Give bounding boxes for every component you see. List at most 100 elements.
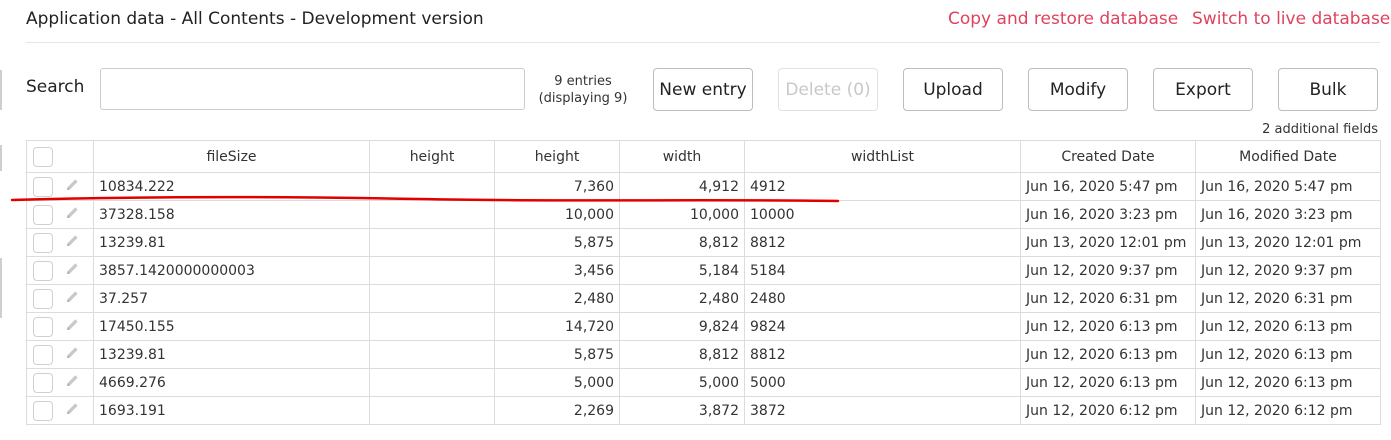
pencil-icon[interactable] bbox=[65, 233, 80, 252]
cell-widthlist[interactable]: 5184 bbox=[744, 256, 1021, 285]
cell-height-1[interactable] bbox=[369, 256, 495, 285]
cell-created-date[interactable]: Jun 12, 2020 6:13 pm bbox=[1020, 340, 1196, 369]
cell-widthlist[interactable]: 5000 bbox=[744, 368, 1021, 397]
switch-live-database-link[interactable]: Switch to live database bbox=[1192, 9, 1390, 29]
column-header-filesize[interactable]: fileSize bbox=[93, 140, 370, 173]
modify-button[interactable]: Modify bbox=[1028, 68, 1128, 111]
pencil-icon[interactable] bbox=[65, 205, 80, 224]
column-header-height-1[interactable]: height bbox=[369, 140, 495, 173]
pencil-icon[interactable] bbox=[65, 373, 80, 392]
cell-height-2[interactable]: 3,456 bbox=[494, 256, 620, 285]
table-row[interactable]: 13239.81 5,875 8,812 8812 Jun 12, 2020 6:13 … bbox=[26, 340, 1381, 369]
cell-filesize[interactable]: 3857.1420000000003 bbox=[93, 256, 370, 285]
cell-created-date[interactable]: Jun 12, 2020 6:31 pm bbox=[1020, 284, 1196, 313]
pencil-icon[interactable] bbox=[65, 345, 80, 364]
row-checkbox[interactable] bbox=[33, 260, 53, 281]
cell-width[interactable]: 5,000 bbox=[619, 368, 745, 397]
table-row[interactable]: 4669.276 5,000 5,000 5000 Jun 12, 2020 6:13 … bbox=[26, 368, 1381, 397]
cell-width[interactable]: 10,000 bbox=[619, 200, 745, 229]
cell-created-date[interactable]: Jun 12, 2020 6:13 pm bbox=[1020, 368, 1196, 397]
upload-button[interactable]: Upload bbox=[903, 68, 1003, 111]
cell-width[interactable]: 3,872 bbox=[619, 396, 745, 425]
cell-filesize[interactable]: 13239.81 bbox=[93, 228, 370, 257]
cell-created-date[interactable]: Jun 16, 2020 5:47 pm bbox=[1020, 172, 1196, 201]
additional-fields-note[interactable]: 2 additional fields bbox=[1220, 122, 1378, 137]
cell-height-1[interactable] bbox=[369, 200, 495, 229]
cell-height-2[interactable]: 5,875 bbox=[494, 340, 620, 369]
cell-height-1[interactable] bbox=[369, 312, 495, 341]
cell-height-2[interactable]: 10,000 bbox=[494, 200, 620, 229]
cell-created-date[interactable]: Jun 13, 2020 12:01 pm bbox=[1020, 228, 1196, 257]
cell-filesize[interactable]: 37328.158 bbox=[93, 200, 370, 229]
pencil-icon[interactable] bbox=[65, 177, 80, 196]
cell-height-2[interactable]: 5,875 bbox=[494, 228, 620, 257]
cell-modified-date[interactable]: Jun 16, 2020 3:23 pm bbox=[1195, 200, 1381, 229]
cell-created-date[interactable]: Jun 12, 2020 6:12 pm bbox=[1020, 396, 1196, 425]
pencil-icon[interactable] bbox=[65, 289, 80, 308]
row-checkbox[interactable] bbox=[33, 204, 53, 225]
cell-widthlist[interactable]: 10000 bbox=[744, 200, 1021, 229]
cell-widthlist[interactable]: 4912 bbox=[744, 172, 1021, 201]
cell-width[interactable]: 4,912 bbox=[619, 172, 745, 201]
cell-modified-date[interactable]: Jun 12, 2020 9:37 pm bbox=[1195, 256, 1381, 285]
cell-modified-date[interactable]: Jun 12, 2020 6:12 pm bbox=[1195, 396, 1381, 425]
cell-modified-date[interactable]: Jun 13, 2020 12:01 pm bbox=[1195, 228, 1381, 257]
cell-filesize[interactable]: 1693.191 bbox=[93, 396, 370, 425]
row-checkbox[interactable] bbox=[33, 232, 53, 253]
cell-height-2[interactable]: 2,269 bbox=[494, 396, 620, 425]
cell-filesize[interactable]: 10834.222 bbox=[93, 172, 370, 201]
pencil-icon[interactable] bbox=[65, 261, 80, 280]
table-row[interactable]: 3857.1420000000003 3,456 5,184 5184 Jun 12, … bbox=[26, 256, 1381, 285]
cell-height-2[interactable]: 2,480 bbox=[494, 284, 620, 313]
select-all-checkbox[interactable] bbox=[33, 146, 53, 167]
table-row[interactable]: 10834.222 7,360 4,912 4912 Jun 16, 2020 5:47… bbox=[26, 172, 1381, 201]
pencil-icon[interactable] bbox=[65, 401, 80, 420]
cell-height-1[interactable] bbox=[369, 396, 495, 425]
table-row[interactable]: 13239.81 5,875 8,812 8812 Jun 13, 2020 12:01… bbox=[26, 228, 1381, 257]
cell-height-2[interactable]: 7,360 bbox=[494, 172, 620, 201]
cell-widthlist[interactable]: 8812 bbox=[744, 228, 1021, 257]
bulk-button[interactable]: Bulk bbox=[1278, 68, 1378, 111]
cell-filesize[interactable]: 37.257 bbox=[93, 284, 370, 313]
cell-modified-date[interactable]: Jun 16, 2020 5:47 pm bbox=[1195, 172, 1381, 201]
row-checkbox[interactable] bbox=[33, 400, 53, 421]
search-input[interactable] bbox=[100, 68, 525, 110]
table-row[interactable]: 1693.191 2,269 3,872 3872 Jun 12, 2020 6:12 … bbox=[26, 396, 1381, 425]
cell-modified-date[interactable]: Jun 12, 2020 6:31 pm bbox=[1195, 284, 1381, 313]
cell-created-date[interactable]: Jun 12, 2020 6:13 pm bbox=[1020, 312, 1196, 341]
cell-height-1[interactable] bbox=[369, 340, 495, 369]
export-button[interactable]: Export bbox=[1153, 68, 1253, 111]
cell-height-2[interactable]: 5,000 bbox=[494, 368, 620, 397]
row-checkbox[interactable] bbox=[33, 372, 53, 393]
cell-width[interactable]: 2,480 bbox=[619, 284, 745, 313]
cell-width[interactable]: 5,184 bbox=[619, 256, 745, 285]
cell-filesize[interactable]: 4669.276 bbox=[93, 368, 370, 397]
table-row[interactable]: 37.257 2,480 2,480 2480 Jun 12, 2020 6:31 pm… bbox=[26, 284, 1381, 313]
column-header-modified-date[interactable]: Modified Date bbox=[1195, 140, 1381, 173]
cell-filesize[interactable]: 13239.81 bbox=[93, 340, 370, 369]
cell-modified-date[interactable]: Jun 12, 2020 6:13 pm bbox=[1195, 368, 1381, 397]
column-header-width[interactable]: width bbox=[619, 140, 745, 173]
cell-created-date[interactable]: Jun 16, 2020 3:23 pm bbox=[1020, 200, 1196, 229]
row-checkbox[interactable] bbox=[33, 176, 53, 197]
column-header-widthlist[interactable]: widthList bbox=[744, 140, 1021, 173]
cell-widthlist[interactable]: 3872 bbox=[744, 396, 1021, 425]
row-checkbox[interactable] bbox=[33, 344, 53, 365]
cell-height-1[interactable] bbox=[369, 368, 495, 397]
row-checkbox[interactable] bbox=[33, 316, 53, 337]
cell-height-1[interactable] bbox=[369, 228, 495, 257]
cell-height-1[interactable] bbox=[369, 284, 495, 313]
table-row[interactable]: 17450.155 14,720 9,824 9824 Jun 12, 2020 6:1… bbox=[26, 312, 1381, 341]
cell-created-date[interactable]: Jun 12, 2020 9:37 pm bbox=[1020, 256, 1196, 285]
cell-width[interactable]: 8,812 bbox=[619, 340, 745, 369]
cell-widthlist[interactable]: 9824 bbox=[744, 312, 1021, 341]
cell-width[interactable]: 8,812 bbox=[619, 228, 745, 257]
cell-height-1[interactable] bbox=[369, 172, 495, 201]
cell-filesize[interactable]: 17450.155 bbox=[93, 312, 370, 341]
column-header-created-date[interactable]: Created Date bbox=[1020, 140, 1196, 173]
cell-modified-date[interactable]: Jun 12, 2020 6:13 pm bbox=[1195, 312, 1381, 341]
cell-modified-date[interactable]: Jun 12, 2020 6:13 pm bbox=[1195, 340, 1381, 369]
cell-widthlist[interactable]: 2480 bbox=[744, 284, 1021, 313]
cell-widthlist[interactable]: 8812 bbox=[744, 340, 1021, 369]
pencil-icon[interactable] bbox=[65, 317, 80, 336]
